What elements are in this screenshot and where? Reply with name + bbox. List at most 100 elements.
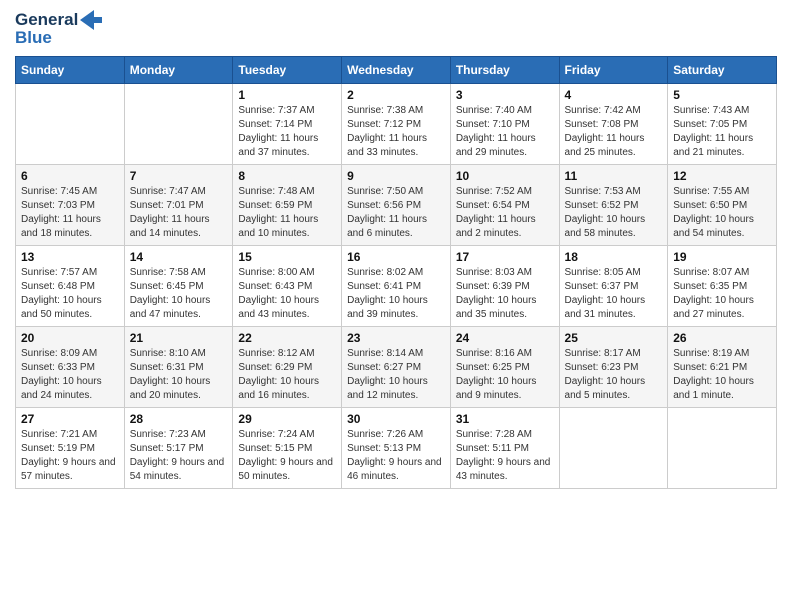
calendar-cell: 2 Sunrise: 7:38 AM Sunset: 7:12 PM Daylig…	[342, 83, 451, 164]
calendar-cell: 28 Sunrise: 7:23 AM Sunset: 5:17 PM Dayli…	[124, 407, 233, 488]
day-number: 28	[130, 412, 228, 426]
day-number: 26	[673, 331, 771, 345]
day-number: 1	[238, 88, 336, 102]
calendar-cell: 31 Sunrise: 7:28 AM Sunset: 5:11 PM Dayli…	[450, 407, 559, 488]
day-info: Sunrise: 8:17 AM Sunset: 6:23 PM Dayligh…	[565, 347, 663, 403]
day-number: 16	[347, 250, 445, 264]
calendar-week-row: 6 Sunrise: 7:45 AM Sunset: 7:03 PM Daylig…	[16, 164, 777, 245]
day-info: Sunrise: 8:12 AM Sunset: 6:29 PM Dayligh…	[238, 347, 336, 403]
calendar-cell: 29 Sunrise: 7:24 AM Sunset: 5:15 PM Dayli…	[233, 407, 342, 488]
day-info: Sunrise: 7:42 AM Sunset: 7:08 PM Dayligh…	[565, 104, 663, 160]
day-info: Sunrise: 8:07 AM Sunset: 6:35 PM Dayligh…	[673, 266, 771, 322]
day-info: Sunrise: 7:43 AM Sunset: 7:05 PM Dayligh…	[673, 104, 771, 160]
calendar-week-row: 20 Sunrise: 8:09 AM Sunset: 6:33 PM Dayli…	[16, 326, 777, 407]
day-info: Sunrise: 7:57 AM Sunset: 6:48 PM Dayligh…	[21, 266, 119, 322]
day-info: Sunrise: 8:09 AM Sunset: 6:33 PM Dayligh…	[21, 347, 119, 403]
day-number: 13	[21, 250, 119, 264]
day-info: Sunrise: 8:05 AM Sunset: 6:37 PM Dayligh…	[565, 266, 663, 322]
day-number: 31	[456, 412, 554, 426]
calendar-cell: 5 Sunrise: 7:43 AM Sunset: 7:05 PM Daylig…	[668, 83, 777, 164]
calendar-cell: 3 Sunrise: 7:40 AM Sunset: 7:10 PM Daylig…	[450, 83, 559, 164]
calendar-cell: 10Sunrise: 7:52 AM Sunset: 6:54 PM Dayli…	[450, 164, 559, 245]
day-number: 3	[456, 88, 554, 102]
logo-arrow-icon	[80, 10, 102, 30]
calendar-cell: 24 Sunrise: 8:16 AM Sunset: 6:25 PM Dayli…	[450, 326, 559, 407]
calendar-table: SundayMondayTuesdayWednesdayThursdayFrid…	[15, 56, 777, 489]
calendar-cell	[559, 407, 668, 488]
day-info: Sunrise: 8:16 AM Sunset: 6:25 PM Dayligh…	[456, 347, 554, 403]
calendar-cell: 6 Sunrise: 7:45 AM Sunset: 7:03 PM Daylig…	[16, 164, 125, 245]
calendar-cell: 8 Sunrise: 7:48 AM Sunset: 6:59 PM Daylig…	[233, 164, 342, 245]
day-number: 14	[130, 250, 228, 264]
day-info: Sunrise: 8:03 AM Sunset: 6:39 PM Dayligh…	[456, 266, 554, 322]
calendar-cell	[16, 83, 125, 164]
day-info: Sunrise: 7:58 AM Sunset: 6:45 PM Dayligh…	[130, 266, 228, 322]
day-info: Sunrise: 7:40 AM Sunset: 7:10 PM Dayligh…	[456, 104, 554, 160]
weekday-header-tuesday: Tuesday	[233, 56, 342, 83]
weekday-header-thursday: Thursday	[450, 56, 559, 83]
day-number: 20	[21, 331, 119, 345]
calendar-cell: 9Sunrise: 7:50 AM Sunset: 6:56 PM Daylig…	[342, 164, 451, 245]
day-number: 19	[673, 250, 771, 264]
day-info: Sunrise: 7:55 AM Sunset: 6:50 PM Dayligh…	[673, 185, 771, 241]
calendar-cell: 4 Sunrise: 7:42 AM Sunset: 7:08 PM Daylig…	[559, 83, 668, 164]
day-number: 29	[238, 412, 336, 426]
day-info: Sunrise: 7:26 AM Sunset: 5:13 PM Dayligh…	[347, 428, 445, 484]
day-info: Sunrise: 7:38 AM Sunset: 7:12 PM Dayligh…	[347, 104, 445, 160]
calendar-cell: 21 Sunrise: 8:10 AM Sunset: 6:31 PM Dayli…	[124, 326, 233, 407]
day-number: 24	[456, 331, 554, 345]
day-number: 4	[565, 88, 663, 102]
day-number: 6	[21, 169, 119, 183]
day-info: Sunrise: 7:21 AM Sunset: 5:19 PM Dayligh…	[21, 428, 119, 484]
calendar-cell: 17 Sunrise: 8:03 AM Sunset: 6:39 PM Dayli…	[450, 245, 559, 326]
day-info: Sunrise: 7:37 AM Sunset: 7:14 PM Dayligh…	[238, 104, 336, 160]
day-number: 15	[238, 250, 336, 264]
day-number: 21	[130, 331, 228, 345]
page-header: General Blue	[15, 10, 777, 48]
day-info: Sunrise: 7:23 AM Sunset: 5:17 PM Dayligh…	[130, 428, 228, 484]
calendar-week-row: 1 Sunrise: 7:37 AM Sunset: 7:14 PM Daylig…	[16, 83, 777, 164]
day-number: 17	[456, 250, 554, 264]
day-info: Sunrise: 7:48 AM Sunset: 6:59 PM Dayligh…	[238, 185, 336, 241]
calendar-cell: 18 Sunrise: 8:05 AM Sunset: 6:37 PM Dayli…	[559, 245, 668, 326]
page-container: General Blue SundayMondayTuesdayWednesda…	[0, 0, 792, 499]
calendar-cell	[124, 83, 233, 164]
logo: General Blue	[15, 10, 102, 48]
calendar-week-row: 13 Sunrise: 7:57 AM Sunset: 6:48 PM Dayli…	[16, 245, 777, 326]
weekday-header-monday: Monday	[124, 56, 233, 83]
day-info: Sunrise: 7:50 AM Sunset: 6:56 PM Dayligh…	[347, 185, 445, 241]
day-info: Sunrise: 8:00 AM Sunset: 6:43 PM Dayligh…	[238, 266, 336, 322]
day-info: Sunrise: 7:28 AM Sunset: 5:11 PM Dayligh…	[456, 428, 554, 484]
day-number: 18	[565, 250, 663, 264]
calendar-header: SundayMondayTuesdayWednesdayThursdayFrid…	[16, 56, 777, 83]
calendar-cell: 26 Sunrise: 8:19 AM Sunset: 6:21 PM Dayli…	[668, 326, 777, 407]
calendar-cell: 27 Sunrise: 7:21 AM Sunset: 5:19 PM Dayli…	[16, 407, 125, 488]
day-number: 2	[347, 88, 445, 102]
logo-blue: Blue	[15, 28, 52, 48]
day-info: Sunrise: 7:24 AM Sunset: 5:15 PM Dayligh…	[238, 428, 336, 484]
day-number: 5	[673, 88, 771, 102]
day-number: 7	[130, 169, 228, 183]
day-number: 27	[21, 412, 119, 426]
weekday-header-friday: Friday	[559, 56, 668, 83]
day-info: Sunrise: 8:19 AM Sunset: 6:21 PM Dayligh…	[673, 347, 771, 403]
day-number: 25	[565, 331, 663, 345]
calendar-cell: 23Sunrise: 8:14 AM Sunset: 6:27 PM Dayli…	[342, 326, 451, 407]
calendar-week-row: 27 Sunrise: 7:21 AM Sunset: 5:19 PM Dayli…	[16, 407, 777, 488]
calendar-cell: 30 Sunrise: 7:26 AM Sunset: 5:13 PM Dayli…	[342, 407, 451, 488]
weekday-header-row: SundayMondayTuesdayWednesdayThursdayFrid…	[16, 56, 777, 83]
logo-general: General	[15, 10, 78, 30]
day-info: Sunrise: 7:45 AM Sunset: 7:03 PM Dayligh…	[21, 185, 119, 241]
day-number: 22	[238, 331, 336, 345]
calendar-cell: 14 Sunrise: 7:58 AM Sunset: 6:45 PM Dayli…	[124, 245, 233, 326]
weekday-header-wednesday: Wednesday	[342, 56, 451, 83]
day-number: 30	[347, 412, 445, 426]
calendar-cell: 19 Sunrise: 8:07 AM Sunset: 6:35 PM Dayli…	[668, 245, 777, 326]
calendar-body: 1 Sunrise: 7:37 AM Sunset: 7:14 PM Daylig…	[16, 83, 777, 488]
calendar-cell: 20 Sunrise: 8:09 AM Sunset: 6:33 PM Dayli…	[16, 326, 125, 407]
day-info: Sunrise: 8:10 AM Sunset: 6:31 PM Dayligh…	[130, 347, 228, 403]
calendar-cell: 1 Sunrise: 7:37 AM Sunset: 7:14 PM Daylig…	[233, 83, 342, 164]
day-number: 8	[238, 169, 336, 183]
calendar-cell	[668, 407, 777, 488]
day-number: 23	[347, 331, 445, 345]
